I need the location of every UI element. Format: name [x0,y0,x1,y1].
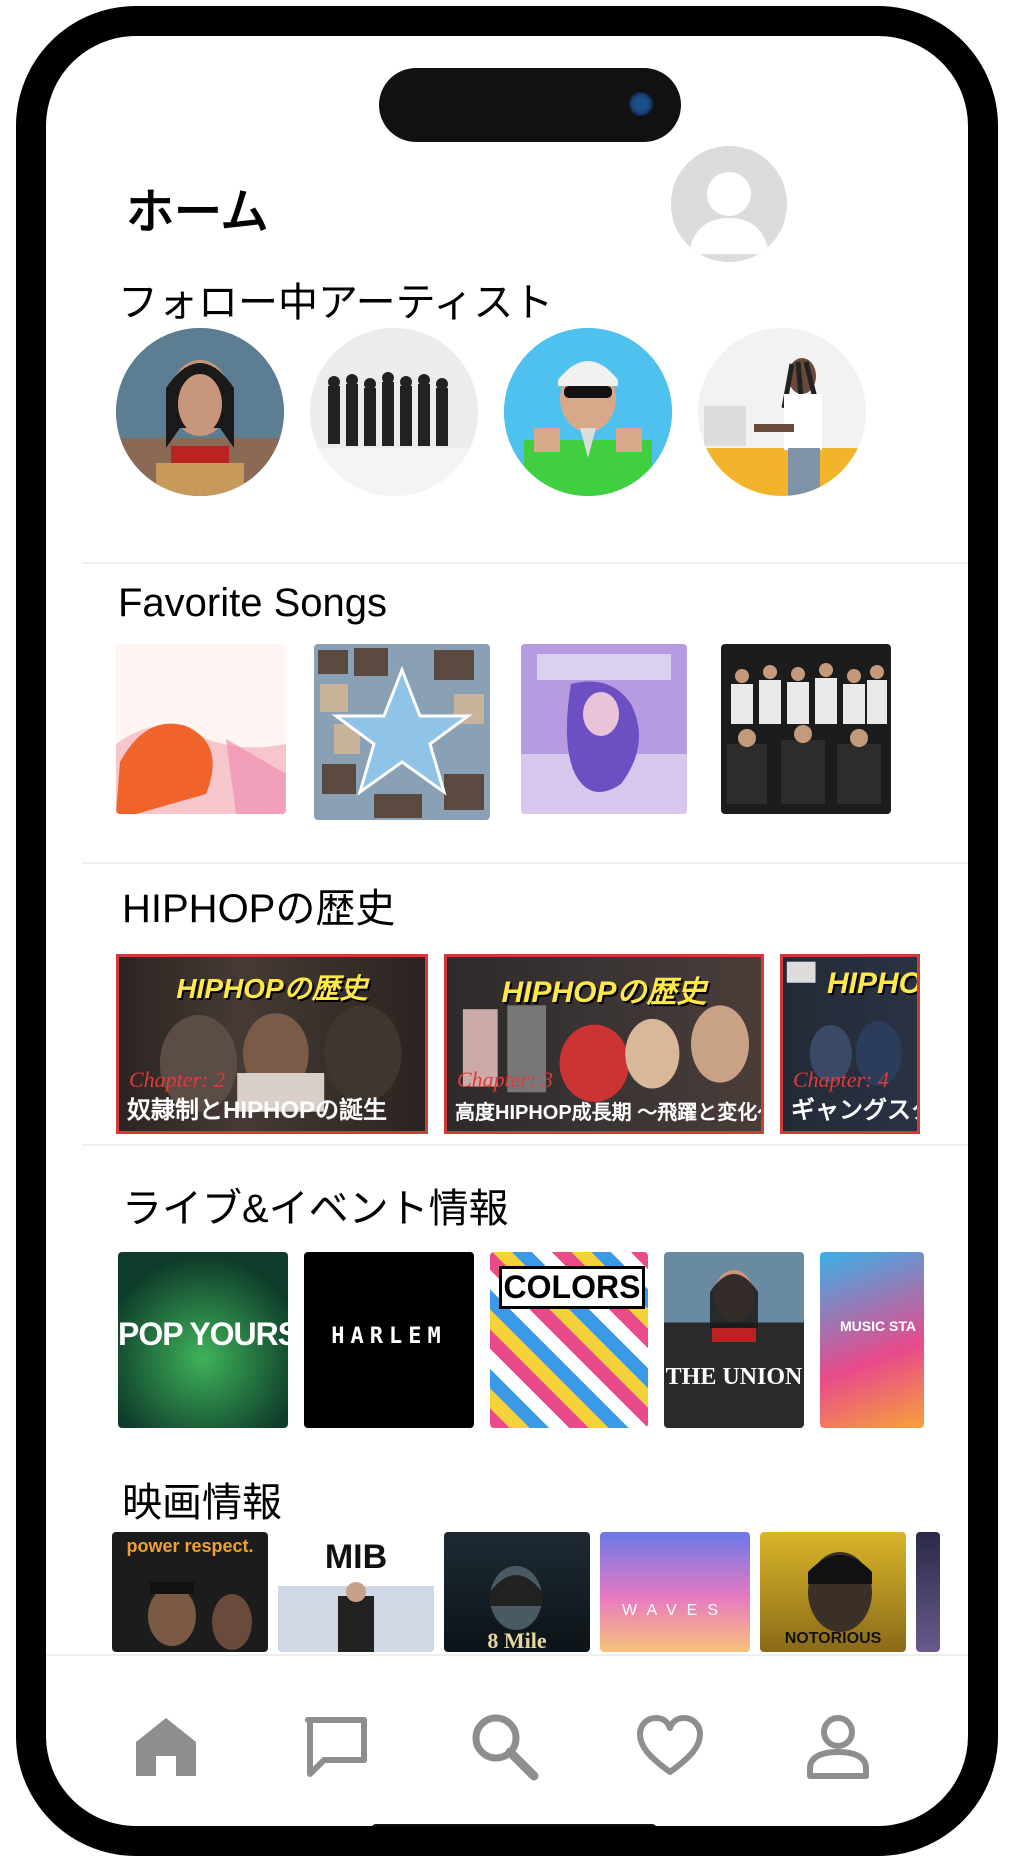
history-video-badge: HIPHOPの歴史 [501,976,707,1009]
history-video-subtitle: 高度HIPHOP成長期 ～飛躍と変化～ [455,1102,764,1124]
movie-title: WAVES [621,1602,728,1619]
event-poster[interactable]: COLORS [490,1252,648,1428]
section-title-songs: Favorite Songs [118,581,388,625]
history-video-thumbnail[interactable]: HIPHOPの歴史 Chapter: 2 奴隷制とHIPHOPの誕生 [116,954,428,1134]
home-indicator[interactable] [371,1824,657,1826]
song-cover[interactable] [116,644,286,814]
movie-poster[interactable]: power respect. [112,1532,268,1652]
song-cover[interactable] [314,644,490,820]
artist-avatar[interactable] [310,328,478,496]
section-title-events: ライブ&イベント情報 [122,1187,509,1231]
section-title-artists: フォロー中アーティスト [118,281,554,325]
movie-poster[interactable]: WAVES [600,1532,750,1652]
phone-frame: ホーム フォロー中アーティスト Favorite Songs HIPHOPの歴史… [16,6,998,1856]
movie-row: power respect. MIB 8 Mile WAVES NOTORIOU… [112,1532,940,1652]
movie-poster[interactable]: NOTORIOUS [760,1532,906,1652]
section-title-history: HIPHOPの歴史 [122,887,396,931]
history-video-row: HIPHOPの歴史 Chapter: 2 奴隷制とHIPHOPの誕生 HIPHO… [116,954,920,1134]
section-divider [82,1144,968,1146]
event-poster[interactable]: HARLEM [304,1252,474,1428]
history-video-badge: HIPHOP [827,967,920,1000]
history-video-badge: HIPHOPの歴史 [176,973,368,1004]
tab-chat[interactable] [296,1706,376,1786]
event-title: HARLEM [331,1324,447,1349]
event-row: POP YOURS HARLEM COLORS THE UNION MUSIC … [118,1252,924,1428]
tab-favorites[interactable] [630,1706,710,1786]
event-poster[interactable]: MUSIC STA [820,1252,924,1428]
history-video-subtitle: ギャングスタラ [791,1097,917,1124]
movie-title: NOTORIOUS [784,1630,882,1647]
event-poster[interactable]: THE UNION [664,1252,804,1428]
camera-icon [629,92,653,116]
movie-title: 8 Mile [487,1628,547,1652]
home-screen: ホーム フォロー中アーティスト Favorite Songs HIPHOPの歴史… [46,36,968,1826]
section-title-movies: 映画情報 [122,1481,282,1525]
history-video-chapter: Chapter: 3 [457,1067,553,1092]
history-video-subtitle: 奴隷制とHIPHOPの誕生 [127,1097,388,1124]
history-video-thumbnail[interactable]: HIPHOP Chapter: 4 ギャングスタラ [780,954,920,1134]
event-title: POP YOURS [118,1316,288,1352]
movie-poster[interactable]: 8 Mile [444,1532,590,1652]
event-poster[interactable]: POP YOURS [118,1252,288,1428]
user-avatar-icon[interactable] [671,146,787,262]
tab-bar-divider [46,1654,968,1656]
artist-avatar[interactable] [698,328,866,496]
section-divider [82,862,968,864]
event-title: COLORS [499,1266,645,1309]
song-cover[interactable] [521,644,687,814]
event-title: THE UNION [665,1364,803,1390]
heart-icon [637,1715,703,1775]
artist-avatar[interactable] [504,328,672,496]
artist-row [116,328,866,496]
section-divider [82,562,968,564]
dynamic-island [379,68,681,142]
history-video-thumbnail[interactable]: HIPHOPの歴史 Chapter: 3 高度HIPHOP成長期 ～飛躍と変化～ [444,954,764,1134]
page-title: ホーム [126,186,269,239]
song-cover[interactable] [721,644,891,814]
search-icon [472,1714,539,1781]
artist-avatar[interactable] [116,328,284,496]
song-row [116,644,891,820]
profile-icon [807,1715,869,1779]
event-title: MUSIC STA [840,1318,916,1334]
home-icon [136,1718,196,1776]
tab-profile[interactable] [798,1706,878,1786]
tab-search[interactable] [464,1706,544,1786]
movie-poster[interactable] [916,1532,940,1652]
chat-icon [305,1717,367,1777]
movie-poster[interactable]: MIB [278,1532,434,1652]
tab-home[interactable] [126,1706,206,1786]
